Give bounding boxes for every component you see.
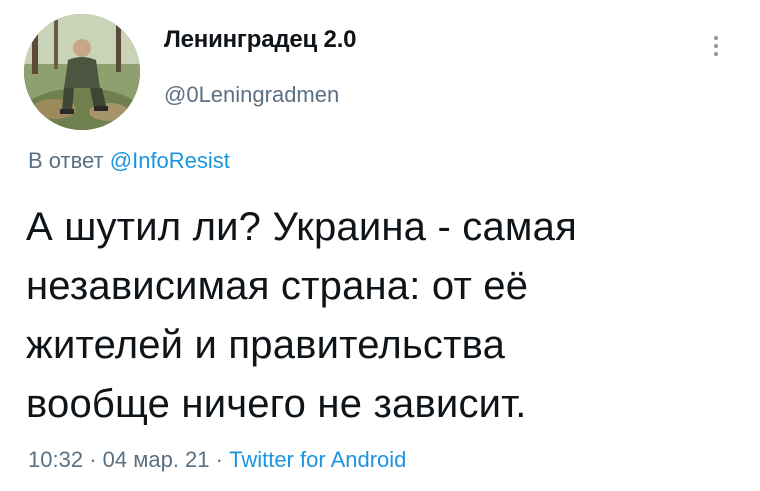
reply-context: В ответ @InfoResist [28, 148, 230, 174]
meta-separator: · [215, 447, 223, 472]
tweet-text-line: жителей и правительства [26, 323, 506, 367]
tweet-text: А шутил ли? Украина - самая независимая … [26, 198, 746, 434]
tweet-date[interactable]: 04 мар. 21 [103, 447, 210, 472]
tweet-text-line: независимая страна: от её [26, 264, 529, 308]
tweet-meta: 10:32 · 04 мар. 21 · Twitter for Android [28, 447, 406, 473]
more-vertical-icon[interactable] [700, 30, 730, 70]
author-display-name[interactable]: Ленинградец 2.0 [164, 26, 357, 54]
tweet-time[interactable]: 10:32 [28, 447, 83, 472]
reply-mention-link[interactable]: @InfoResist [110, 148, 230, 173]
meta-separator: · [89, 447, 97, 472]
tweet-card: Ленинградец 2.0 @0Leningradmen В ответ @… [0, 0, 760, 491]
tweet-source-link[interactable]: Twitter for Android [229, 447, 406, 472]
author-handle[interactable]: @0Leningradmen [164, 82, 339, 108]
tweet-text-line: А шутил ли? Украина - самая [26, 205, 577, 249]
avatar-photo [24, 14, 140, 130]
tweet-text-line: вообще ничего не зависит. [26, 382, 527, 426]
reply-prefix: В ответ [28, 148, 104, 173]
avatar[interactable] [24, 14, 140, 130]
